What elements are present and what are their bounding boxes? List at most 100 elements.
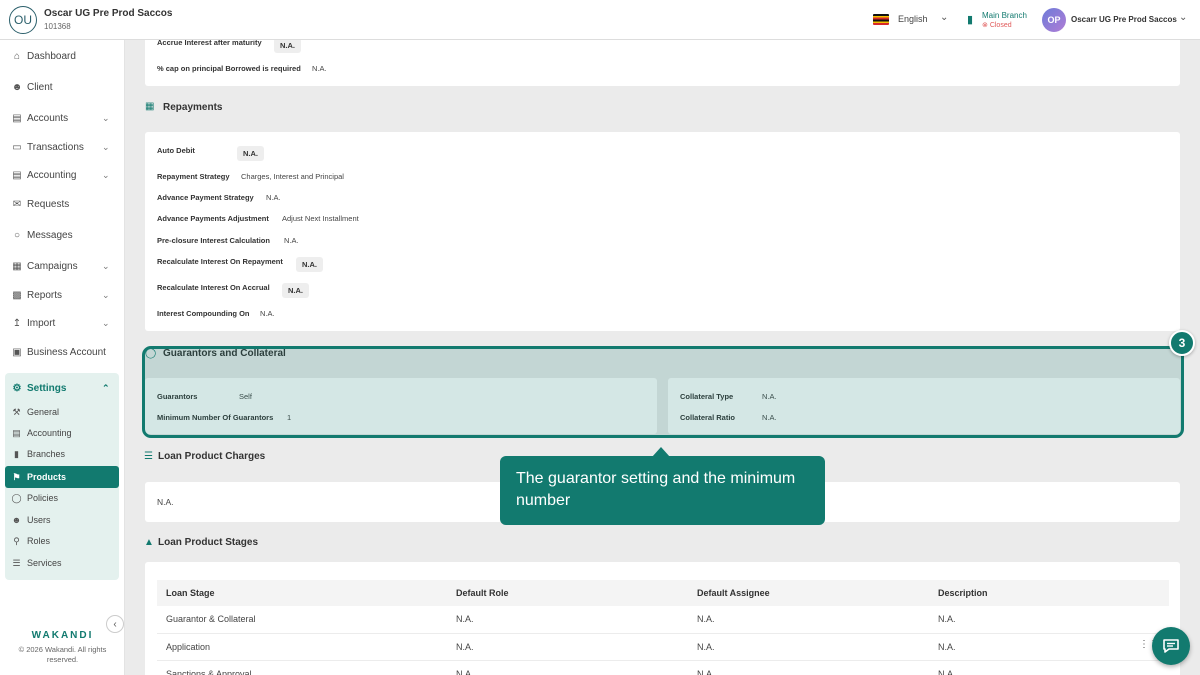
building-icon: ▮ [14,448,19,459]
advance-payment-strategy-label: Advance Payment Strategy [157,193,254,202]
org-avatar[interactable]: OU [9,5,37,34]
wallet-icon: ▤ [12,112,22,124]
table-row: Sanctions & Approval N.A. N.A. N.A. [157,660,1169,675]
settings-item-services[interactable]: ☰ Services [5,553,119,573]
settings-item-products[interactable]: ⚑ Products [5,466,119,488]
chat-icon: ○ [13,229,21,241]
wrench-icon: ⚒ [12,406,21,417]
chevron-down-icon[interactable]: ⌄ [940,12,948,23]
settings-item-label: Accounting [27,428,72,438]
auto-debit-value: N.A. [237,146,264,161]
settings-item-roles[interactable]: ⚲ Roles [5,531,119,551]
sidebar-item-client[interactable]: ☻ Client [0,76,125,98]
settings-item-label: Roles [27,536,51,546]
sidebar: ⌂ Dashboard ☻ Client ▤ Accounts ⌄ ▭ Transacti… [0,40,125,675]
table-header-row: Loan Stage Default Role Default Assignee… [157,580,1169,606]
building-icon: ▮ [967,14,974,26]
settings-item-general[interactable]: ⚒ General [5,402,119,422]
key-icon: ⚲ [13,535,20,546]
user-name[interactable]: Oscarr UG Pre Prod Saccos [1071,15,1177,24]
sidebar-item-label: Messages [27,229,73,241]
settings-item-policies[interactable]: ◯ Policies [5,488,119,508]
ledger-icon: ▤ [12,427,21,438]
chevron-down-icon[interactable]: ⌄ [1179,12,1187,23]
sidebar-item-import[interactable]: ↥ Import ⌄ [0,312,125,334]
chevron-down-icon: ⌄ [102,169,110,180]
sidebar-item-dashboard[interactable]: ⌂ Dashboard [0,45,125,67]
table-cell: N.A. [447,660,688,675]
top-bar: OU Oscar UG Pre Prod Saccos 101368 Engli… [0,0,1200,40]
card-icon: ▭ [12,141,22,153]
charges-title: Loan Product Charges [158,451,266,462]
sidebar-item-accounting[interactable]: ▤ Accounting ⌄ [0,164,125,186]
users-icon: ☻ [11,515,22,525]
calendar-icon: ▦ [145,101,155,112]
org-code: 101368 [44,21,71,31]
compounding-value: N.A. [260,309,275,318]
sidebar-item-label: Dashboard [27,50,76,62]
org-info: Oscar UG Pre Prod Saccos 101368 [44,7,172,33]
settings-item-users[interactable]: ☻ Users [5,510,119,530]
tour-step-badge: 3 [1169,330,1195,356]
settings-item-label: Policies [27,493,59,503]
table-cell: N.A. [447,633,688,661]
sidebar-item-label: Business Account [27,346,106,358]
users-icon: ☻ [11,81,23,93]
repayments-card: Auto Debit N.A. Repayment Strategy Charg… [145,132,1180,331]
stages-title: Loan Product Stages [158,537,259,548]
sidebar-item-label: Accounts [27,112,69,124]
table-row: Guarantor & Collateral N.A. N.A. N.A. [157,606,1169,634]
repayment-strategy-label: Repayment Strategy [157,172,230,181]
settings-item-label: Users [27,515,51,525]
sidebar-item-messages[interactable]: ○ Messages [0,224,125,246]
uganda-flag-icon [873,14,889,25]
chat-icon [1163,639,1179,653]
table-cell: N.A. [688,633,929,661]
branch-status-label: Closed [989,22,1012,29]
table-row: Application N.A. N.A. N.A. [157,633,1169,661]
sidebar-item-label: Settings [27,382,67,394]
chart-icon: ▩ [12,289,22,301]
recalc-accrual-value: N.A. [282,283,309,298]
chevron-down-icon: ⌄ [102,141,110,152]
list-icon: ☰ [12,557,21,568]
advance-payments-adjustment-value: Adjust Next Installment [282,214,359,223]
cap-principal-value: N.A. [312,64,327,73]
sidebar-item-label: Client [27,81,53,93]
sidebar-item-campaigns[interactable]: ▦ Campaigns ⌄ [0,255,125,277]
sidebar-item-settings[interactable]: ⚙ Settings ⌃ [0,377,125,399]
table-cell: N.A. [929,606,1169,634]
org-name: Oscar UG Pre Prod Saccos [44,7,173,19]
table-cell: N.A. [688,660,929,675]
settings-item-label: Products [27,472,67,482]
upload-icon: ↥ [12,317,22,329]
table-cell: N.A. [929,633,1169,661]
settings-item-label: General [27,407,60,417]
language-select[interactable]: English [898,14,928,24]
sidebar-item-requests[interactable]: ✉ Requests [0,193,125,215]
recalc-repayment-value: N.A. [296,257,323,272]
table-cell: Guarantor & Collateral [157,606,447,634]
chevron-up-icon: ⌃ [102,382,110,393]
recalc-accrual-label: Recalculate Interest On Accrual [157,283,270,292]
column-header: Description [929,580,1169,606]
branch-status: ⊗ Closed [982,22,1012,29]
chat-button[interactable] [1152,627,1190,665]
mail-icon: ✉ [12,198,22,210]
sidebar-item-business-account[interactable]: ▣ Business Account [0,341,125,363]
sidebar-item-accounts[interactable]: ▤ Accounts ⌄ [0,107,125,129]
table-cell: N.A. [929,660,1169,675]
sidebar-item-transactions[interactable]: ▭ Transactions ⌄ [0,136,125,158]
charges-value: N.A. [157,497,174,507]
sidebar-item-label: Transactions [27,141,84,153]
shield-icon: ◯ [11,492,22,503]
branch-name[interactable]: Main Branch [982,11,1027,20]
repayment-strategy-value: Charges, Interest and Principal [241,172,344,181]
user-avatar[interactable]: OP [1042,8,1066,32]
chevron-down-icon: ⌄ [102,289,110,300]
settings-item-branches[interactable]: ▮ Branches [5,444,119,464]
settings-item-accounting[interactable]: ▤ Accounting [5,423,119,443]
sidebar-item-reports[interactable]: ▩ Reports ⌄ [0,284,125,306]
table-cell: Application [157,633,447,661]
list-icon: ☰ [144,451,153,462]
